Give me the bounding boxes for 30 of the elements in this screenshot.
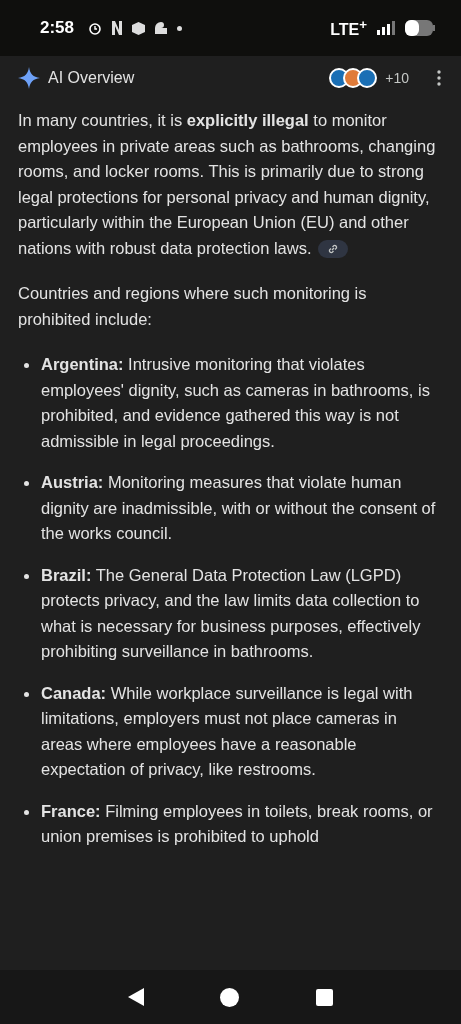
country-item-text: Austria: Monitoring measures that violate human dignity are inadmissible, with or without the consent of the works council.: [41, 472, 437, 544]
more-sources-count[interactable]: +10: [385, 70, 409, 86]
bullet-icon: [24, 809, 29, 815]
country-item-text: Argentina: Intrusive monitoring that violates employees' dignity, such as cameras in bathrooms, is prohibited, and evidence gathered this way is not admissible in legal proceedings.: [41, 354, 431, 452]
link-button[interactable]: [317, 240, 348, 259]
cube-icon: [132, 21, 146, 35]
bullet-icon: [24, 481, 29, 486]
summary-paragraph: In many countries, it is explicitly illegal to monitor employees in private areas such as bathrooms, changing rooms, and locker rooms. This is primarily due to strong legal protections for personal privacy and human dignity, particularly within the European Union (EU) and other nations with robust data protection laws.: [18, 110, 437, 261]
more-options-icon[interactable]: [437, 70, 441, 86]
overview-title: AI Overview: [48, 69, 136, 87]
country-item-text: France: Filming employees in toilets, break rooms, or union premises is prohibited to uphold: [41, 800, 434, 847]
country-item-text: Canada: While workplace surveillance is legal with limitations, employers must not place cameras in areas where employees have a reasonable expectation of privacy, like restrooms.: [41, 682, 414, 780]
notification-icon: [112, 21, 123, 35]
battery-icon: [405, 20, 435, 36]
intro-text: Countries and regions where such monitoring is prohibited include:: [18, 283, 368, 330]
bullet-icon: [24, 691, 29, 697]
recents-icon[interactable]: [315, 988, 333, 1006]
link-icon: [326, 243, 339, 256]
network-type: LTE$^{+}$: [330, 16, 367, 40]
bullet-icon: [24, 363, 29, 368]
clock-time: 2:58: [40, 18, 75, 38]
alarm-icon: [88, 21, 103, 35]
bullet-icon: [24, 573, 29, 579]
signal-icon: [377, 21, 395, 35]
country-item-text: Brazil: The General Data Protection Law (LGPD) protects privacy, and the law limits data collection to what is necessary for business purposes, effectively prohibiting surveillance in bathrooms.: [41, 564, 422, 662]
source-icons[interactable]: [329, 68, 378, 88]
home-icon[interactable]: [220, 987, 240, 1007]
dot-icon: [177, 25, 183, 31]
sparkle-icon: [18, 67, 40, 89]
back-icon[interactable]: [128, 988, 145, 1006]
